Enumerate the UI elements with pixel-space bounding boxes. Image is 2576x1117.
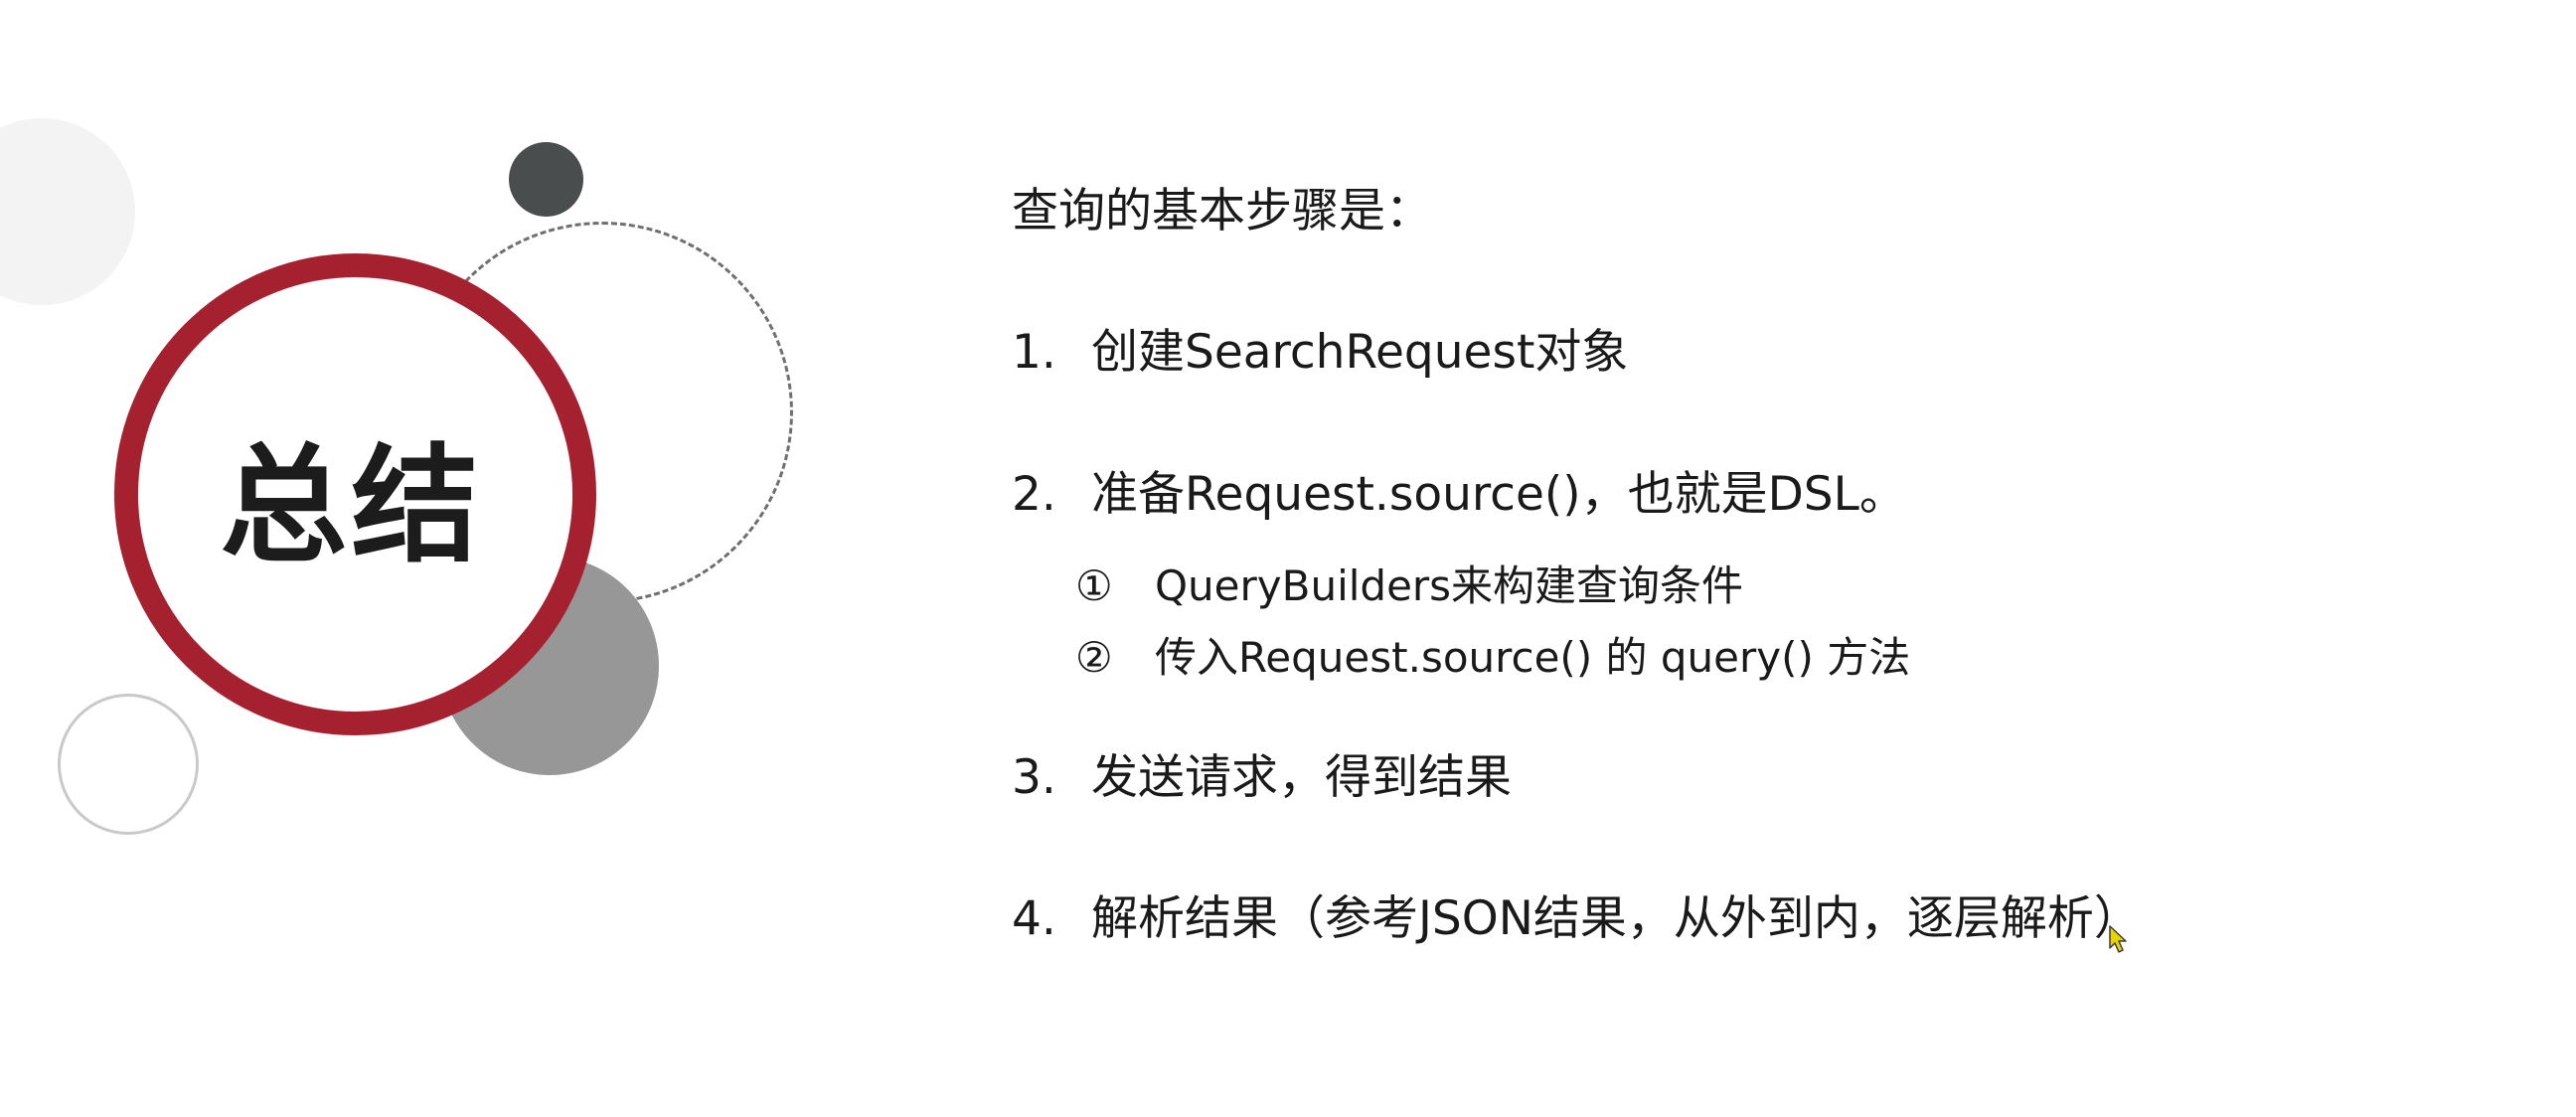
dark-dot-decoration (509, 142, 583, 217)
step-text: 创建SearchRequest对象 (1091, 325, 1629, 380)
heading: 查询的基本步骤是： (1012, 184, 1432, 239)
background-circle-decoration (0, 118, 135, 305)
step-3: 3. 发送请求，得到结果 (1012, 754, 1512, 801)
step-number: 4. (1012, 891, 1056, 946)
slide-title: 总结 (220, 432, 483, 580)
step-2: 2. 准备Request.source()，也就是DSL。 (1012, 471, 1906, 518)
mouse-pointer-icon (2109, 925, 2127, 953)
substep-text: QueryBuilders来构建查询条件 (1155, 561, 1744, 610)
substep-2: ② 传入Request.source() 的 query() 方法 (1075, 637, 1910, 679)
step-number: 1. (1012, 325, 1056, 380)
substep-marker: ② (1075, 633, 1113, 682)
substep-1: ① QueryBuilders来构建查询条件 (1075, 565, 1743, 607)
title-ring: 总结 (114, 253, 596, 735)
step-4: 4. 解析结果（参考JSON结果，从外到内，逐层解析） (1012, 895, 2141, 942)
step-text: 发送请求，得到结果 (1091, 750, 1512, 805)
substep-text: 传入Request.source() 的 query() 方法 (1155, 633, 1911, 682)
step-text: 解析结果（参考JSON结果，从外到内，逐层解析） (1091, 891, 2141, 946)
step-number: 2. (1012, 467, 1056, 522)
step-text: 准备Request.source()，也就是DSL。 (1091, 467, 1906, 522)
step-number: 3. (1012, 750, 1056, 805)
substep-marker: ① (1075, 561, 1113, 610)
step-1: 1. 创建SearchRequest对象 (1012, 329, 1628, 376)
outline-circle-decoration (58, 694, 199, 835)
